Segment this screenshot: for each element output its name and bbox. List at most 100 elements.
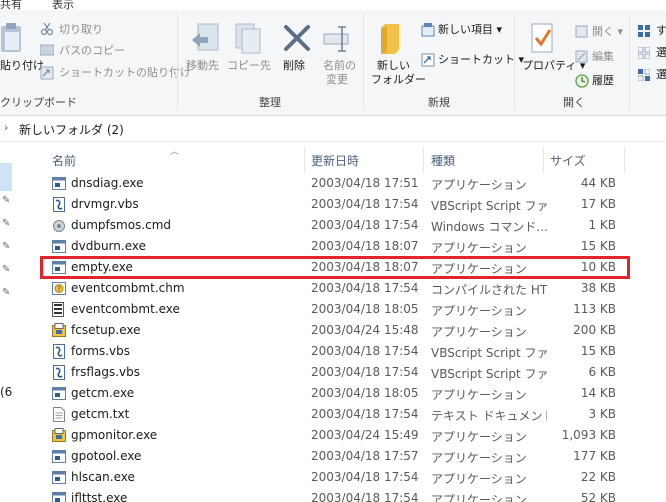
file-name[interactable]: iflttst.exe: [71, 491, 127, 502]
breadcrumb-current-folder[interactable]: 新しいフォルダ (2): [19, 121, 124, 138]
new-item-icon: [421, 23, 435, 37]
file-name[interactable]: dumpfsmos.cmd: [71, 218, 171, 232]
file-name[interactable]: dvdburn.exe: [71, 239, 146, 253]
column-divider[interactable]: [624, 147, 625, 173]
pin-icon[interactable]: ✎: [2, 195, 10, 206]
file-name[interactable]: frsflags.vbs: [71, 365, 140, 379]
new-folder-button-line2[interactable]: フォルダー: [371, 72, 426, 87]
navigation-pane: ✎ ✎ ✎ ✎ ✎ (6: [0, 143, 14, 502]
file-row[interactable]: frsflags.vbs 2003/04/18 17:54 VBScript Scr…: [40, 362, 666, 383]
file-size: 22 KB: [580, 470, 616, 484]
file-row[interactable]: ? eventcombmt.chm 2003/04/18 17:54 コンパイルされた…: [40, 278, 666, 299]
open-button[interactable]: 開く ▾: [592, 24, 623, 39]
edit-button[interactable]: 編集: [592, 49, 614, 64]
file-row[interactable]: fcsetup.exe 2003/04/24 15:48 アプリケーション 200 K…: [40, 320, 666, 341]
file-row[interactable]: drvmgr.vbs 2003/04/18 17:54 VBScript Scrip…: [40, 194, 666, 215]
history-button[interactable]: 履歴: [592, 73, 614, 88]
file-name[interactable]: getcm.exe: [71, 386, 134, 400]
file-row[interactable]: getcm.exe 2003/04/18 18:05 アプリケーション 14 KB: [40, 383, 666, 404]
file-date: 2003/04/18 17:54: [311, 491, 419, 502]
group-divider: [514, 14, 515, 110]
application-icon: [52, 239, 66, 254]
file-size: 3 KB: [588, 407, 616, 421]
file-type: アプリケーション: [431, 325, 527, 339]
file-type: VBScript Script ファ...: [431, 199, 547, 213]
open-icon: [575, 25, 588, 38]
file-name[interactable]: gpotool.exe: [71, 449, 141, 463]
rename-button-line1[interactable]: 名前の: [323, 58, 356, 73]
file-name[interactable]: fcsetup.exe: [71, 323, 141, 337]
file-row[interactable]: empty.exe 2003/04/18 18:07 アプリケーション 10 KB: [40, 257, 666, 278]
column-header-date[interactable]: 更新日時: [311, 152, 359, 169]
pin-icon[interactable]: ✎: [2, 241, 10, 252]
rename-button-line2[interactable]: 変更: [326, 72, 348, 87]
file-name[interactable]: empty.exe: [71, 260, 133, 274]
file-row[interactable]: eventcombmt.exe 2003/04/18 18:05 アプリケーション 1…: [40, 299, 666, 320]
file-row[interactable]: iflttst.exe 2003/04/18 17:54 アプリケーション 52 KB: [40, 488, 666, 502]
file-row[interactable]: dnsdiag.exe 2003/04/18 17:51 アプリケーション 44 KB: [40, 173, 666, 194]
nav-item-fragment[interactable]: (6: [0, 385, 12, 399]
file-type: アプリケーション: [431, 430, 527, 444]
file-size: 15 KB: [580, 239, 616, 253]
pin-icon[interactable]: ✎: [2, 218, 10, 229]
column-divider[interactable]: [543, 147, 544, 173]
file-row[interactable]: gpmonitor.exe 2003/04/24 15:49 アプリケーション 1,0…: [40, 425, 666, 446]
file-name[interactable]: gpmonitor.exe: [71, 428, 157, 442]
file-row[interactable]: getcm.txt 2003/04/18 17:54 テキスト ドキュメント 3 KB: [40, 404, 666, 425]
file-name[interactable]: eventcombmt.chm: [71, 281, 185, 295]
delete-icon: [284, 25, 310, 51]
copy-to-icon: [235, 23, 261, 54]
cut-button[interactable]: 切り取り: [59, 22, 103, 37]
new-item-button[interactable]: 新しい項目 ▾: [438, 22, 502, 37]
properties-label: プロパティ: [522, 59, 577, 72]
file-name[interactable]: dnsdiag.exe: [71, 176, 144, 190]
pin-icon[interactable]: ✎: [2, 264, 10, 275]
select-all-button[interactable]: す: [656, 23, 666, 38]
file-row[interactable]: gpotool.exe 2003/04/18 17:57 アプリケーション 177 K…: [40, 446, 666, 467]
column-header-size[interactable]: サイズ: [550, 152, 586, 169]
history-icon: [575, 74, 589, 88]
file-size: 17 KB: [580, 197, 616, 211]
paste-shortcut-button[interactable]: ショートカットの貼り付け: [59, 65, 191, 80]
file-name[interactable]: getcm.txt: [71, 407, 129, 421]
file-date: 2003/04/18 18:05: [311, 302, 419, 316]
invert-selection-button[interactable]: 選: [656, 67, 666, 82]
file-date: 2003/04/24 15:49: [311, 428, 419, 442]
file-row[interactable]: dumpfsmos.cmd 2003/04/18 17:54 Windows コマン…: [40, 215, 666, 236]
copy-path-button[interactable]: パスのコピー: [59, 43, 125, 58]
breadcrumb-chevron-icon[interactable]: ›: [4, 121, 8, 134]
file-name[interactable]: drvmgr.vbs: [71, 197, 139, 211]
new-folder-button-line1[interactable]: 新しい: [377, 58, 410, 73]
application-icon: [52, 470, 66, 485]
copy-to-button[interactable]: コピー先: [227, 58, 271, 73]
file-size: 1 KB: [588, 218, 616, 232]
file-row[interactable]: dvdburn.exe 2003/04/18 18:07 アプリケーション 15 KB: [40, 236, 666, 257]
move-to-button[interactable]: 移動先: [186, 58, 219, 73]
file-row[interactable]: forms.vbs 2003/04/18 17:54 VBScript Script…: [40, 341, 666, 362]
file-type: VBScript Script ファ...: [431, 367, 547, 381]
file-date: 2003/04/18 17:54: [311, 281, 419, 295]
command-file-icon: [52, 218, 66, 233]
column-header-name[interactable]: 名前: [52, 152, 76, 169]
script-file-icon: [52, 344, 66, 359]
help-file-icon: ?: [52, 281, 66, 296]
application-icon: [52, 386, 66, 401]
application-icon: [52, 176, 66, 191]
delete-button[interactable]: 削除: [283, 58, 305, 73]
shortcut-icon: [421, 53, 435, 67]
pin-icon[interactable]: ✎: [2, 287, 10, 298]
address-bar[interactable]: › 新しいフォルダ (2): [0, 116, 666, 142]
column-divider[interactable]: [304, 147, 305, 173]
application-icon: [52, 260, 66, 275]
select-none-button[interactable]: 選: [656, 45, 666, 60]
file-name[interactable]: hlscan.exe: [71, 470, 135, 484]
nav-selected-item[interactable]: [0, 163, 12, 191]
shortcut-button[interactable]: ショートカット ▾: [438, 52, 524, 67]
column-header-type[interactable]: 種類: [431, 152, 455, 169]
column-divider[interactable]: [423, 147, 424, 173]
file-name[interactable]: eventcombmt.exe: [71, 302, 180, 316]
file-name[interactable]: forms.vbs: [71, 344, 130, 358]
paste-button[interactable]: 貼り付け: [0, 58, 44, 73]
group-divider: [177, 14, 178, 110]
file-row[interactable]: hlscan.exe 2003/04/18 17:54 アプリケーション 22 KB: [40, 467, 666, 488]
